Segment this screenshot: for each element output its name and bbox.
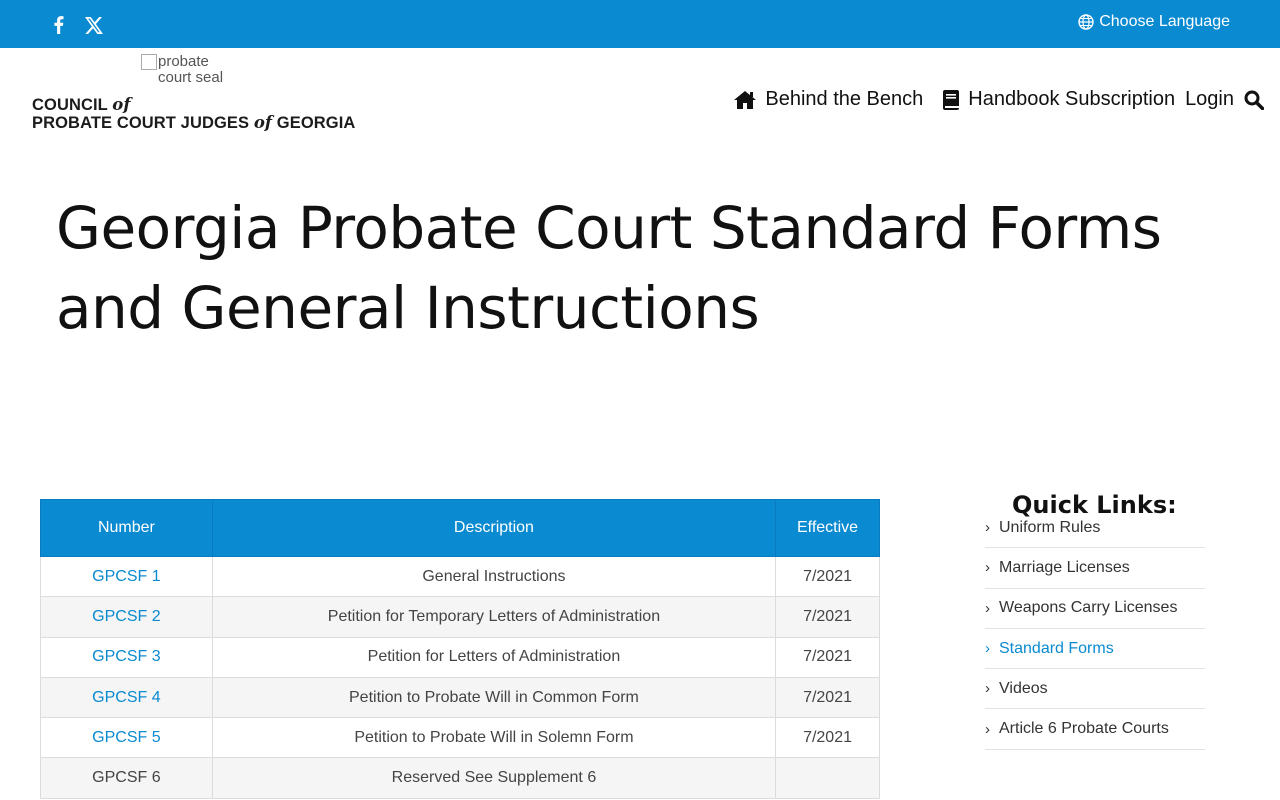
org-name-council: COUNCIL <box>32 96 113 114</box>
table-row: GPCSF 6 Reserved See Supplement 6 <box>40 757 880 799</box>
facebook-icon[interactable] <box>48 14 68 36</box>
column-header-number: Number <box>40 499 213 557</box>
chevron-right-icon: › <box>985 559 990 577</box>
quick-link-uniform-rules[interactable]: › Uniform Rules <box>985 508 1205 549</box>
quick-links-list: › Uniform Rules › Marriage Licenses › Weapo… <box>985 508 1205 750</box>
probate-court-seal-image[interactable]: probate court seal <box>141 54 234 86</box>
nav-behind-the-bench-label: Behind the Bench <box>765 88 924 110</box>
form-description-cell: General Instructions <box>211 555 777 598</box>
table-row: GPCSF 4 Petition to Probate Will in Comm… <box>40 676 880 719</box>
nav-login[interactable]: Login <box>1185 88 1234 111</box>
form-effective-cell: 7/2021 <box>775 555 880 598</box>
form-link[interactable]: GPCSF 5 <box>92 729 160 746</box>
form-link[interactable]: GPCSF 3 <box>92 648 160 665</box>
table-row: GPCSF 2 Petition for Temporary Letters o… <box>40 596 880 638</box>
form-number-cell: GPCSF 2 <box>40 596 213 638</box>
table-row: GPCSF 3 Petition for Letters of Administ… <box>40 636 880 678</box>
table-row: GPCSF 5 Petition to Probate Will in Sole… <box>40 717 880 759</box>
quick-link-standard-forms[interactable]: › Standard Forms <box>985 629 1205 670</box>
org-name-of: of <box>112 95 131 114</box>
search-button[interactable] <box>1244 90 1264 110</box>
top-bar: Choose Language <box>0 0 1280 48</box>
form-number-cell: GPCSF 4 <box>40 676 213 719</box>
home-icon <box>734 90 757 109</box>
form-number-cell: GPCSF 1 <box>40 555 213 598</box>
x-icon[interactable] <box>84 14 104 36</box>
form-number-cell: GPCSF 3 <box>40 636 213 678</box>
search-icon <box>1244 90 1264 110</box>
page-title: Georgia Probate Court Standard Forms and… <box>56 194 1162 342</box>
form-effective-cell: 7/2021 <box>775 636 880 678</box>
org-name-georgia: GEORGIA <box>272 114 356 132</box>
choose-language-label: Choose Language <box>1099 13 1230 30</box>
quick-link-label: Videos <box>999 679 1048 697</box>
choose-language-button[interactable]: Choose Language <box>1078 13 1230 31</box>
seal-alt-text: probate court seal <box>158 53 224 86</box>
chevron-right-icon: › <box>985 599 990 617</box>
main-nav: Behind the Bench Handbook Subscription L… <box>734 88 1264 111</box>
nav-behind-the-bench[interactable]: Behind the Bench <box>734 88 923 111</box>
chevron-right-icon: › <box>985 640 990 658</box>
standard-forms-table: Number Description Effective GPCSF 1 Gen… <box>40 499 880 799</box>
form-number-cell: GPCSF 6 <box>40 757 213 799</box>
org-name-judges: PROBATE COURT JUDGES <box>32 114 254 132</box>
table-header-row: Number Description Effective <box>40 499 880 557</box>
quick-link-weapons-carry-licenses[interactable]: › Weapons Carry Licenses <box>985 589 1205 629</box>
form-description-cell: Petition to Probate Will in Solemn Form <box>211 717 777 759</box>
column-header-description: Description <box>211 499 777 557</box>
form-link[interactable]: GPCSF 1 <box>92 568 160 585</box>
chevron-right-icon: › <box>985 680 990 698</box>
quick-link-videos[interactable]: › Videos <box>985 669 1205 710</box>
form-description-cell: Petition for Letters of Administration <box>211 636 777 678</box>
form-effective-cell: 7/2021 <box>775 717 880 759</box>
broken-image-icon <box>141 54 157 70</box>
org-name-of: of <box>253 113 273 132</box>
nav-handbook-subscription-label: Handbook Subscription <box>968 88 1176 110</box>
quick-link-label: Weapons Carry Licenses <box>999 599 1178 617</box>
form-link[interactable]: GPCSF 2 <box>92 608 160 625</box>
quick-link-article-6-probate-courts[interactable]: › Article 6 Probate Courts <box>985 709 1205 750</box>
site-logo-text[interactable]: COUNCIL of PROBATE COURT JUDGES of GEORG… <box>32 95 356 133</box>
chevron-right-icon: › <box>985 519 990 537</box>
chevron-right-icon: › <box>985 720 990 738</box>
form-number-cell: GPCSF 5 <box>40 717 213 759</box>
quick-link-label: Uniform Rules <box>999 518 1101 536</box>
globe-icon <box>1078 14 1094 30</box>
form-effective-cell: 7/2021 <box>775 596 880 638</box>
quick-link-label: Marriage Licenses <box>999 558 1130 576</box>
nav-handbook-subscription[interactable]: Handbook Subscription <box>943 88 1175 111</box>
table-row: GPCSF 1 General Instructions 7/2021 <box>40 555 880 598</box>
nav-login-label: Login <box>1185 88 1234 110</box>
book-icon <box>943 89 960 110</box>
org-name-line1: COUNCIL of <box>32 95 355 115</box>
quick-link-label: Article 6 Probate Courts <box>999 720 1169 738</box>
form-effective-cell: 7/2021 <box>775 676 880 719</box>
quick-link-label: Standard Forms <box>999 639 1114 657</box>
form-description-cell: Petition to Probate Will in Common Form <box>211 676 777 719</box>
form-link[interactable]: GPCSF 4 <box>92 689 160 706</box>
form-description-cell: Reserved See Supplement 6 <box>211 757 777 799</box>
column-header-effective: Effective <box>775 499 880 557</box>
form-effective-cell <box>775 757 880 799</box>
quick-link-marriage-licenses[interactable]: › Marriage Licenses <box>985 548 1205 589</box>
org-name-line2: PROBATE COURT JUDGES of GEORGIA <box>32 113 356 133</box>
form-description-cell: Petition for Temporary Letters of Admini… <box>211 596 777 638</box>
